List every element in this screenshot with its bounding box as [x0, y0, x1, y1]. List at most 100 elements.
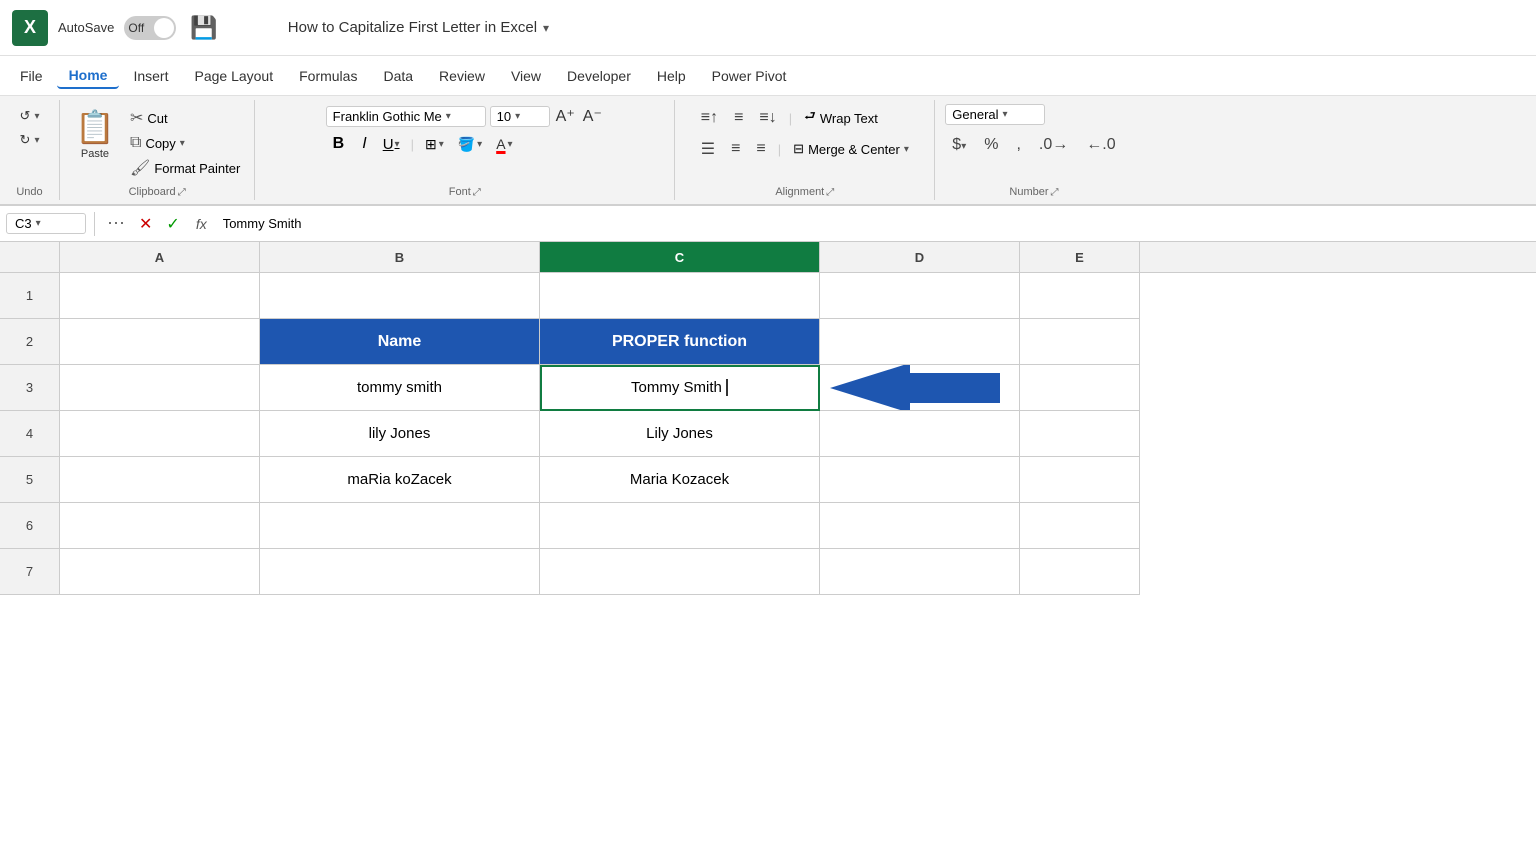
- align-center-button[interactable]: ≡: [725, 137, 746, 161]
- cell-e5[interactable]: [1020, 457, 1140, 503]
- align-right-button[interactable]: ≡: [750, 137, 771, 161]
- font-shrink-button[interactable]: A⁻: [581, 104, 604, 128]
- comma-button[interactable]: ,: [1009, 133, 1027, 157]
- increase-decimal-button[interactable]: .0→: [1032, 133, 1075, 157]
- cell-e3[interactable]: [1020, 365, 1140, 411]
- menu-developer[interactable]: Developer: [555, 64, 643, 88]
- font-size-selector[interactable]: 10 ▾: [490, 106, 550, 127]
- menu-power-pivot[interactable]: Power Pivot: [700, 64, 799, 88]
- menu-home[interactable]: Home: [57, 63, 120, 89]
- autosave-toggle[interactable]: Off: [124, 16, 176, 40]
- cell-c1[interactable]: [540, 273, 820, 319]
- cell-b3[interactable]: tommy smith: [260, 365, 540, 411]
- fx-icon[interactable]: fx: [190, 214, 213, 234]
- cell-b5[interactable]: maRia koZacek: [260, 457, 540, 503]
- align-top-button[interactable]: ≡↑: [695, 106, 724, 130]
- number-format-selector[interactable]: General ▾: [945, 104, 1045, 125]
- format-painter-button[interactable]: 🖌 Format Painter: [126, 156, 244, 180]
- menu-page-layout[interactable]: Page Layout: [182, 64, 285, 88]
- cell-e2[interactable]: [1020, 319, 1140, 365]
- font-grow-button[interactable]: A⁺: [554, 104, 577, 128]
- cell-e6[interactable]: [1020, 503, 1140, 549]
- menu-view[interactable]: View: [499, 64, 553, 88]
- col-header-c[interactable]: C: [540, 242, 820, 272]
- cell-d6[interactable]: [820, 503, 1020, 549]
- cell-a2[interactable]: [60, 319, 260, 365]
- cell-b1[interactable]: [260, 273, 540, 319]
- cell-a6[interactable]: [60, 503, 260, 549]
- cell-a1[interactable]: [60, 273, 260, 319]
- decrease-decimal-button[interactable]: ←.0: [1079, 133, 1122, 157]
- cell-b4[interactable]: lily Jones: [260, 411, 540, 457]
- merge-center-button[interactable]: ⊟ Merge & Center ▾: [787, 138, 915, 160]
- col-header-d[interactable]: D: [820, 242, 1020, 272]
- cell-b2[interactable]: Name: [260, 319, 540, 365]
- title-chevron-icon[interactable]: ▾: [543, 21, 549, 35]
- cut-button[interactable]: ✂ Cut: [126, 106, 244, 130]
- cell-d7[interactable]: [820, 549, 1020, 595]
- menu-review[interactable]: Review: [427, 64, 497, 88]
- italic-button[interactable]: I: [355, 132, 373, 156]
- cell-e7[interactable]: [1020, 549, 1140, 595]
- formula-dots-button[interactable]: ⋯: [103, 213, 129, 234]
- cell-c3[interactable]: Tommy Smith: [540, 365, 820, 411]
- cell-reference-box[interactable]: C3 ▾: [6, 213, 86, 234]
- bold-button[interactable]: B: [326, 132, 352, 156]
- percent-button[interactable]: %: [977, 133, 1005, 157]
- col-header-e[interactable]: E: [1020, 242, 1140, 272]
- menu-formulas[interactable]: Formulas: [287, 64, 369, 88]
- underline-button[interactable]: U ▾: [378, 133, 405, 156]
- cell-a7[interactable]: [60, 549, 260, 595]
- cell-b7[interactable]: [260, 549, 540, 595]
- currency-button[interactable]: $▾: [945, 133, 973, 157]
- align-bottom-button[interactable]: ≡↓: [753, 106, 782, 130]
- undo-button[interactable]: ↺ ▾: [14, 104, 46, 128]
- border-button[interactable]: ⊞ ▾: [420, 133, 449, 156]
- cell-e1[interactable]: [1020, 273, 1140, 319]
- alignment-expand-icon[interactable]: ⤢: [826, 187, 834, 198]
- cell-e4[interactable]: [1020, 411, 1140, 457]
- cell-d2[interactable]: [820, 319, 1020, 365]
- menu-insert[interactable]: Insert: [121, 64, 180, 88]
- align-middle-button[interactable]: ≡: [728, 106, 749, 130]
- save-button[interactable]: 💾: [190, 15, 217, 41]
- cell-d1[interactable]: [820, 273, 1020, 319]
- cell-a4[interactable]: [60, 411, 260, 457]
- cell-c5[interactable]: Maria Kozacek: [540, 457, 820, 503]
- cell-a5[interactable]: [60, 457, 260, 503]
- menu-file[interactable]: File: [8, 64, 55, 88]
- cell-b6[interactable]: [260, 503, 540, 549]
- font-expand-icon[interactable]: ⤢: [473, 187, 481, 198]
- cell-c2[interactable]: PROPER function: [540, 319, 820, 365]
- cell-a3[interactable]: [60, 365, 260, 411]
- cell-c6[interactable]: [540, 503, 820, 549]
- cell-d3[interactable]: [820, 365, 1020, 411]
- formula-input[interactable]: [217, 214, 1530, 233]
- col-header-b[interactable]: B: [260, 242, 540, 272]
- copy-button[interactable]: ⧉ Copy ▾: [126, 132, 244, 154]
- font-group-label: Font: [449, 186, 471, 198]
- redo-button[interactable]: ↻ ▾: [14, 128, 46, 152]
- copy-icon: ⧉: [130, 134, 141, 152]
- cell-d4[interactable]: [820, 411, 1020, 457]
- confirm-button[interactable]: ✓: [162, 212, 183, 236]
- menu-data[interactable]: Data: [371, 64, 425, 88]
- font-color-button[interactable]: A ▾: [491, 133, 517, 155]
- wrap-text-button[interactable]: ⮐ Wrap Text: [798, 104, 884, 132]
- clipboard-expand-icon[interactable]: ⤢: [178, 187, 186, 198]
- fill-color-button[interactable]: 🪣 ▾: [453, 133, 487, 156]
- paste-button[interactable]: 📋 Paste: [70, 104, 120, 164]
- number-expand-icon[interactable]: ⤢: [1051, 187, 1059, 198]
- alignment-group: ≡↑ ≡ ≡↓ | ⮐ Wrap Text ☰ ≡ ≡ | ⊟: [675, 100, 935, 200]
- table-row: 2 Name PROPER function: [0, 319, 1536, 365]
- col-header-a[interactable]: A: [60, 242, 260, 272]
- cell-c4[interactable]: Lily Jones: [540, 411, 820, 457]
- align-left-button[interactable]: ☰: [695, 136, 721, 162]
- cell-c7[interactable]: [540, 549, 820, 595]
- paste-icon: 📋: [75, 108, 115, 146]
- menu-help[interactable]: Help: [645, 64, 698, 88]
- font-name-selector[interactable]: Franklin Gothic Me ▾: [326, 106, 486, 127]
- cancel-button[interactable]: ✕: [135, 212, 156, 236]
- cell-d5[interactable]: [820, 457, 1020, 503]
- redo-icon: ↻: [20, 132, 31, 148]
